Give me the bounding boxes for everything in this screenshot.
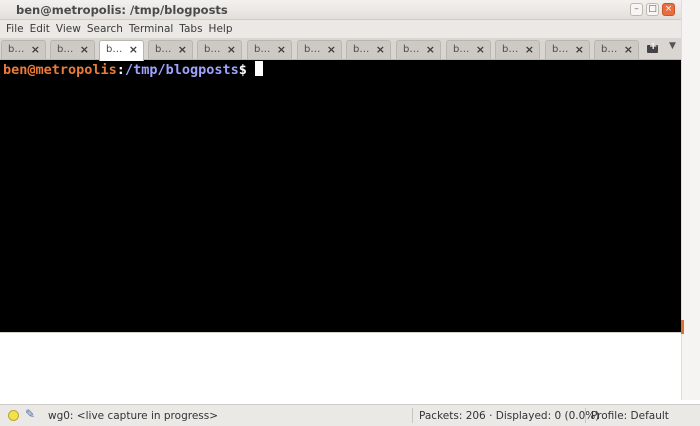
terminal-tab[interactable]: b… × <box>446 40 491 59</box>
window-title: ben@metropolis: /tmp/blogposts <box>16 3 228 17</box>
text-cursor <box>254 61 263 76</box>
terminal-tab[interactable]: b… × <box>297 40 342 59</box>
tab-label: b… <box>304 44 321 55</box>
close-button[interactable]: × <box>662 3 675 16</box>
terminal-tab[interactable]: b… × <box>247 40 292 59</box>
status-divider <box>412 408 413 423</box>
capture-status-icon[interactable] <box>8 410 19 421</box>
terminal-tab[interactable]: b… × <box>545 40 590 59</box>
menu-bar: File Edit View Search Terminal Tabs Help <box>0 20 681 38</box>
terminal-tab[interactable]: b… × <box>346 40 391 59</box>
terminal-tab[interactable]: b… × <box>197 40 242 59</box>
terminal-tab[interactable]: b… × <box>594 40 639 59</box>
tab-label: b… <box>57 44 74 55</box>
tab-close-icon[interactable]: × <box>575 43 584 56</box>
menu-edit[interactable]: Edit <box>28 20 54 38</box>
shell-prompt: ben@metropolis:/tmp/blogposts$ <box>3 61 263 78</box>
prompt-colon: : <box>116 62 125 78</box>
terminal-tab[interactable]: b… × <box>1 40 46 59</box>
tab-label: b… <box>453 44 470 55</box>
tab-close-icon[interactable]: × <box>277 43 286 56</box>
tab-label: b… <box>552 44 569 55</box>
tab-close-icon[interactable]: × <box>227 43 236 56</box>
tab-label: b… <box>204 44 221 55</box>
terminal-tab[interactable]: b… × <box>148 40 193 59</box>
maximize-button[interactable]: □ <box>646 3 659 16</box>
title-bar[interactable]: ben@metropolis: /tmp/blogposts – □ × <box>0 0 681 20</box>
tab-label: b… <box>106 44 123 55</box>
terminal-tab[interactable]: b… × <box>495 40 540 59</box>
tab-close-icon[interactable]: × <box>376 43 385 56</box>
terminal-tab[interactable]: b… × <box>396 40 441 59</box>
menu-view[interactable]: View <box>54 20 85 38</box>
menu-terminal[interactable]: Terminal <box>127 20 177 38</box>
tab-close-icon[interactable]: × <box>426 43 435 56</box>
new-tab-icon[interactable]: + <box>646 41 662 56</box>
window-controls: – □ × <box>630 3 675 16</box>
packet-detail-pane[interactable] <box>0 332 681 400</box>
tab-close-icon[interactable]: × <box>129 43 138 56</box>
tab-close-icon[interactable]: × <box>525 43 534 56</box>
menu-help[interactable]: Help <box>207 20 237 38</box>
packet-count-status: Packets: 206 · Displayed: 0 (0.0%) <box>419 410 600 422</box>
prompt-dollar: $ <box>238 62 247 78</box>
profile-status[interactable]: Profile: Default <box>591 410 669 422</box>
tab-close-icon[interactable]: × <box>476 43 485 56</box>
tab-label: b… <box>8 44 25 55</box>
plus-icon: + <box>649 41 658 52</box>
menu-file[interactable]: File <box>4 20 28 38</box>
scroll-marker <box>681 320 684 334</box>
chevron-down-icon[interactable]: ▼ <box>669 41 676 51</box>
status-bar: ✎ wg0: <live capture in progress> Packet… <box>0 404 700 426</box>
comment-edit-icon[interactable]: ✎ <box>25 407 35 421</box>
minimize-button[interactable]: – <box>630 3 643 16</box>
tab-close-icon[interactable]: × <box>80 43 89 56</box>
tab-label: b… <box>601 44 618 55</box>
menu-search[interactable]: Search <box>85 20 127 38</box>
tab-label: b… <box>155 44 172 55</box>
prompt-path: /tmp/blogposts <box>124 62 239 78</box>
status-divider <box>585 408 586 423</box>
terminal-window: ben@metropolis: /tmp/blogposts – □ × Fil… <box>0 0 681 332</box>
tab-label: b… <box>403 44 420 55</box>
terminal-tab-active[interactable]: b… × <box>99 40 144 61</box>
tab-close-icon[interactable]: × <box>327 43 336 56</box>
tab-bar: b… × b… × b… × b… × b… × b… × b… × b… × b… × b… × … <box>0 38 681 61</box>
tab-label: b… <box>353 44 370 55</box>
tab-label: b… <box>254 44 271 55</box>
terminal-tab[interactable]: b… × <box>50 40 95 59</box>
terminal-output[interactable]: ben@metropolis:/tmp/blogposts$ <box>0 61 681 332</box>
background-window-edge <box>681 0 700 400</box>
tab-close-icon[interactable]: × <box>624 43 633 56</box>
tab-close-icon[interactable]: × <box>31 43 40 56</box>
tab-label: b… <box>502 44 519 55</box>
prompt-user-host: ben@metropolis <box>3 62 117 78</box>
capture-interface-status: wg0: <live capture in progress> <box>48 410 219 422</box>
tab-close-icon[interactable]: × <box>178 43 187 56</box>
menu-tabs[interactable]: Tabs <box>177 20 206 38</box>
